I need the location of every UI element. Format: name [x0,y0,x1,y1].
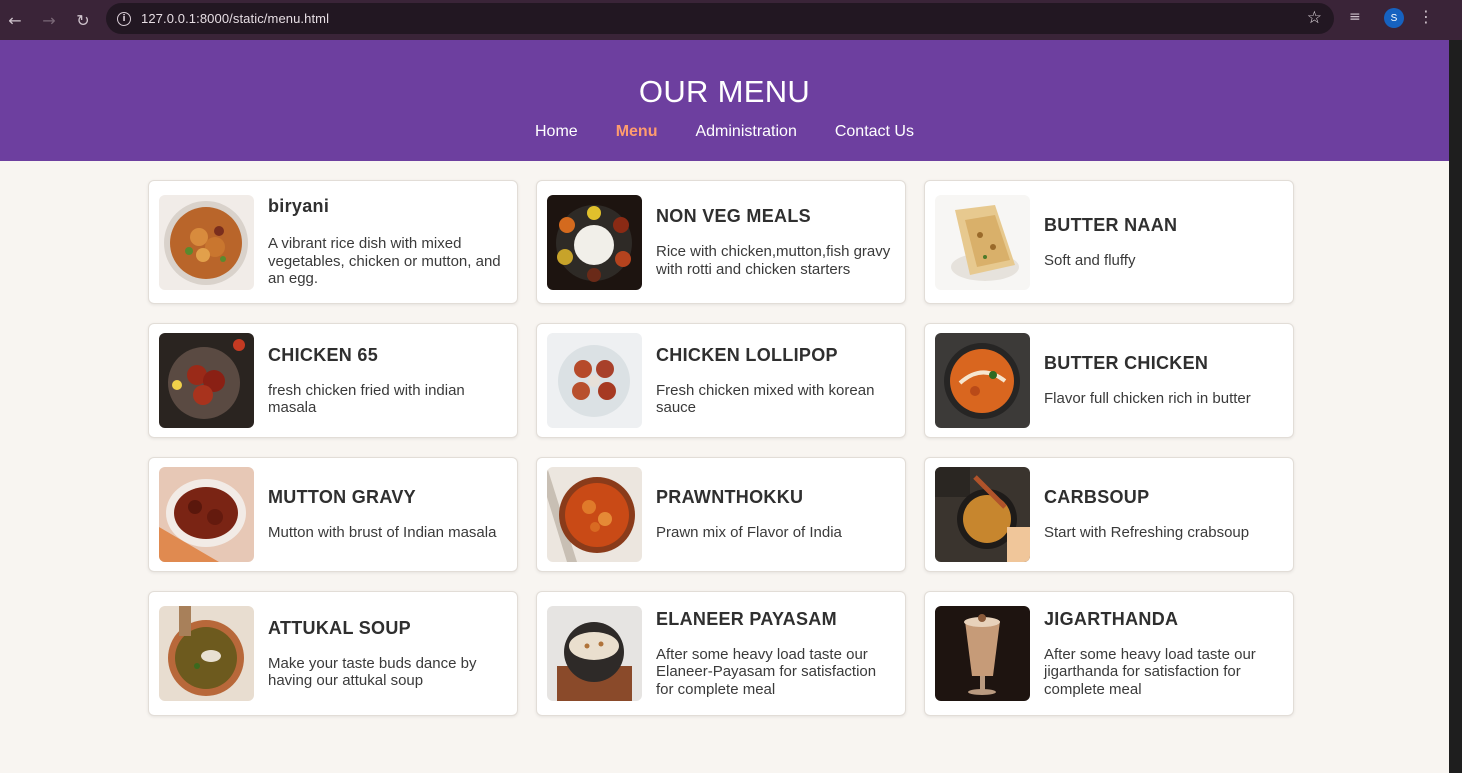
card-title: ATTUKAL SOUP [268,617,411,638]
nav-home[interactable]: Home [516,122,597,142]
nav-administration[interactable]: Administration [676,122,815,142]
non-veg-meals-image [547,194,642,290]
more-menu-icon[interactable]: ⋮ [1418,7,1434,26]
card-description: Mutton with brust of Indian masala [268,524,497,542]
card-title: BUTTER NAAN [1044,214,1178,235]
reload-icon[interactable]: ↻ [66,3,100,37]
site-header: OUR MENU Home Menu Administration Contac… [0,40,1449,161]
card-description: Start with Refreshing crabsoup [1044,524,1250,542]
card-description: After some heavy load taste our Elaneer-… [656,645,877,698]
main-nav: Home Menu Administration Contact Us [0,122,1449,142]
card-description: fresh chicken fried with indian masala [268,381,465,417]
card-title: BUTTER CHICKEN [1044,353,1209,374]
menu-card[interactable]: PRAWNTHOKKU Prawn mix of Flavor of India [536,457,906,572]
reading-list-icon[interactable]: ≡ [1349,9,1361,25]
card-description: Rice with chicken,mutton,fish gravy with… [656,243,891,278]
card-title: MUTTON GRAVY [268,487,416,508]
attukal-soup-image [159,606,254,701]
card-title: JIGARTHANDA [1044,608,1179,629]
butter-chicken-image [935,333,1030,428]
card-description: A vibrant rice dish with mixed vegetable… [268,235,501,288]
prawnthokku-image [547,467,642,562]
jigarthanda-image [935,606,1030,701]
menu-card[interactable]: CHICKEN LOLLIPOP Fresh chicken mixed wit… [536,323,906,438]
page-title: OUR MENU [638,74,811,109]
menu-card[interactable]: CARBSOUP Start with Refreshing crabsoup [924,457,1294,572]
card-description: Soft and fluffy [1044,251,1136,269]
bookmark-star-icon[interactable]: ☆ [1307,8,1322,28]
chicken-65-image [159,333,254,428]
card-description: Fresh chicken mixed with korean sauce [656,381,875,417]
card-title: NON VEG MEALS [656,206,811,226]
forward-arrow-icon[interactable]: → [32,3,66,37]
menu-card[interactable]: BUTTER CHICKEN Flavor full chicken rich … [924,323,1294,438]
info-icon[interactable]: i [117,11,131,26]
menu-card[interactable]: BUTTER NAAN Soft and fluffy [924,180,1294,304]
card-title: CARBSOUP [1044,487,1150,508]
back-arrow-icon[interactable]: ← [0,3,32,37]
crab-soup-image [935,467,1030,562]
card-description: After some heavy load taste our jigartha… [1044,645,1256,698]
card-description: Flavor full chicken rich in butter [1044,390,1251,408]
card-description: Prawn mix of Flavor of India [656,524,842,542]
menu-card[interactable]: ELANEER PAYASAM After some heavy load ta… [536,591,906,716]
card-title: CHICKEN 65 [268,344,379,365]
card-description: Make your taste buds dance by having our… [268,654,477,690]
scrollbar[interactable] [1449,40,1462,773]
nav-menu[interactable]: Menu [597,122,677,142]
chicken-lollipop-image [547,333,642,428]
menu-card[interactable]: ATTUKAL SOUP Make your taste buds dance … [148,591,518,716]
menu-grid: biryani A vibrant rice dish with mixed v… [148,180,1294,716]
butter-naan-image [935,194,1030,290]
menu-card[interactable]: MUTTON GRAVY Mutton with brust of Indian… [148,457,518,572]
menu-card[interactable]: CHICKEN 65 fresh chicken fried with indi… [148,323,518,438]
menu-card[interactable]: NON VEG MEALS Rice with chicken,mutton,f… [536,180,906,304]
profile-avatar[interactable]: S [1384,8,1404,28]
menu-card[interactable]: JIGARTHANDA After some heavy load taste … [924,591,1294,716]
browser-toolbar: ← → ↻ i 127.0.0.1:8000/static/menu.html … [0,0,1462,40]
card-title: PRAWNTHOKKU [656,487,804,508]
url-text[interactable]: 127.0.0.1:8000/static/menu.html [141,11,329,26]
card-title: biryani [268,196,330,217]
address-bar[interactable]: i 127.0.0.1:8000/static/menu.html ☆ [106,3,1334,34]
biryani-image [159,194,254,290]
card-title: ELANEER PAYASAM [656,608,837,629]
nav-contact-us[interactable]: Contact Us [816,122,933,142]
mutton-gravy-image [159,467,254,562]
card-title: CHICKEN LOLLIPOP [656,344,838,365]
menu-card[interactable]: biryani A vibrant rice dish with mixed v… [148,180,518,304]
elaneer-payasam-image [547,606,642,701]
